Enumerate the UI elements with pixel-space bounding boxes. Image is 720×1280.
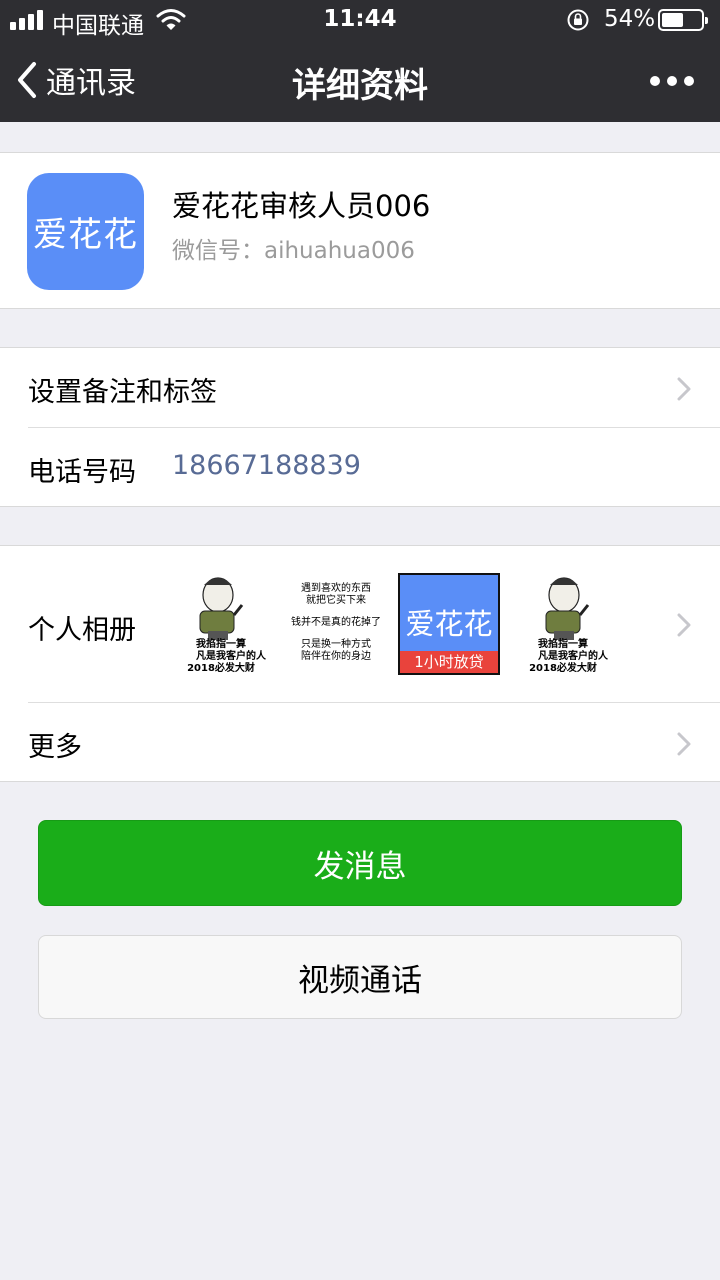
more-label: 更多: [28, 732, 82, 763]
page-title: 详细资料: [292, 66, 428, 106]
album-row[interactable]: 个人相册 我掐指一算 凡是我客户的人 2018必发大财 遇到喜欢的东西 就把它买…: [0, 546, 720, 702]
meme-caption-line: 我掐指一算: [196, 639, 246, 650]
phone-row: 电话号码 18667188839: [0, 428, 720, 507]
top-bar: 中国联通 11:44 54% 通讯录 详细资料: [0, 0, 720, 122]
orientation-lock-icon: [567, 9, 589, 31]
album-thumb-meme: 我掐指一算 凡是我客户的人 2018必发大财: [512, 573, 614, 675]
album-thumb-meme: 我掐指一算 凡是我客户的人 2018必发大财: [170, 573, 272, 675]
album-section: 个人相册 我掐指一算 凡是我客户的人 2018必发大财 遇到喜欢的东西 就把它买…: [0, 545, 720, 782]
wechat-id: 微信号：aihuahua006: [172, 238, 415, 264]
album-thumb-brand: 爱花花 1小时放贷: [398, 573, 500, 675]
phone-number-link[interactable]: 18667188839: [172, 450, 361, 481]
cartoon-man-image: [199, 577, 244, 640]
send-message-button[interactable]: 发消息: [38, 820, 682, 906]
meme-caption-line: 2018必发大财: [529, 663, 597, 674]
profile-card: 爱花花 爱花花审核人员006 微信号：aihuahua006: [0, 152, 720, 309]
phone-label: 电话号码: [28, 457, 136, 488]
quote-line: 遇到喜欢的东西: [301, 583, 371, 594]
nav-bar: 通讯录 详细资料: [0, 40, 720, 122]
quote-line: 钱并不是真的花掉了: [291, 617, 381, 628]
quote-line: 陪伴在你的身边: [301, 651, 371, 662]
meme-caption-line: 2018必发大财: [187, 663, 255, 674]
more-dots-icon[interactable]: [648, 62, 696, 98]
status-bar: 中国联通 11:44 54%: [0, 0, 720, 40]
battery-level: [662, 13, 683, 27]
meme-caption-line: 凡是我客户的人: [196, 651, 266, 662]
album-label: 个人相册: [28, 615, 136, 646]
chevron-right-icon: [677, 377, 691, 401]
more-row[interactable]: 更多: [0, 703, 720, 782]
video-call-button[interactable]: 视频通话: [38, 935, 682, 1019]
info-section: 设置备注和标签 电话号码 18667188839: [0, 347, 720, 507]
meme-caption-line: 凡是我客户的人: [538, 651, 608, 662]
cartoon-man-image: [545, 577, 590, 640]
remark-tags-label: 设置备注和标签: [28, 377, 217, 408]
battery-icon: [658, 9, 708, 31]
brand-title: 爱花花: [405, 607, 493, 641]
brand-badge: 1小时放贷: [400, 651, 498, 673]
battery-percent: 54%: [604, 6, 656, 32]
quote-line: 就把它买下来: [306, 595, 366, 606]
quote-line: 只是换一种方式: [301, 639, 371, 650]
avatar[interactable]: 爱花花: [27, 173, 144, 290]
remark-tags-row[interactable]: 设置备注和标签: [0, 348, 720, 427]
album-thumb-text: 遇到喜欢的东西 就把它买下来 钱并不是真的花掉了 只是换一种方式 陪伴在你的身边: [285, 573, 387, 675]
chevron-right-icon: [677, 613, 691, 637]
contact-name: 爱花花审核人员006: [172, 189, 431, 223]
meme-caption-line: 我掐指一算: [538, 639, 588, 650]
chevron-right-icon: [677, 732, 691, 756]
